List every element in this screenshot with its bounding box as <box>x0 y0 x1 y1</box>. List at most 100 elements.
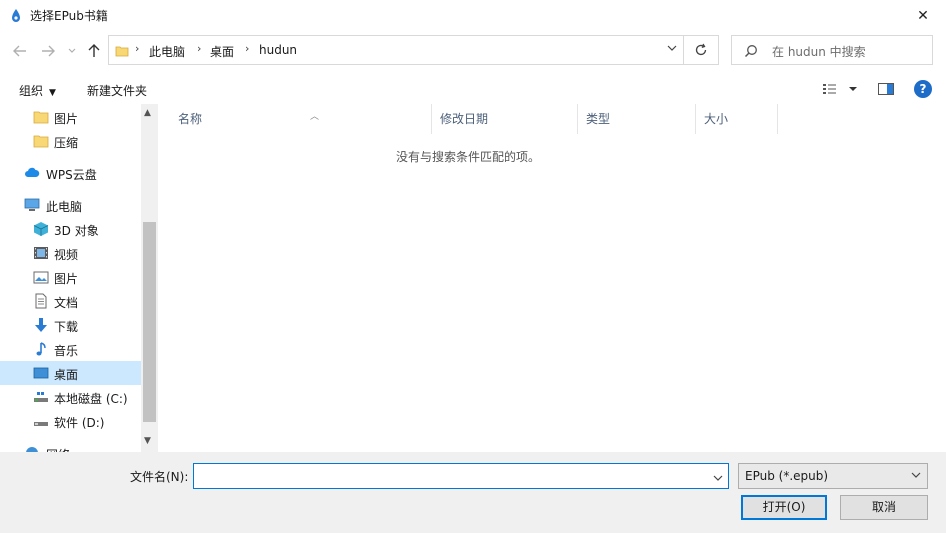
filename-input[interactable] <box>193 463 729 489</box>
up-button[interactable] <box>84 41 104 61</box>
search-icon <box>744 45 757 58</box>
arrow-left-icon <box>13 45 26 57</box>
sidebar-item-music[interactable]: 音乐 <box>0 337 141 361</box>
music-icon <box>36 342 46 356</box>
sidebar-item-label: 压缩 <box>54 136 79 150</box>
sort-ascending-icon: ︿ <box>310 112 320 122</box>
window-title: 选择EPub书籍 <box>30 9 108 23</box>
computer-icon <box>24 198 40 211</box>
preview-pane-button[interactable] <box>878 83 894 98</box>
forward-button[interactable] <box>38 41 58 61</box>
back-button[interactable] <box>10 41 30 61</box>
navigation-scrollbar[interactable]: ▲ ▼ <box>141 104 158 452</box>
cube-icon <box>33 222 49 236</box>
sidebar-item-label: 下载 <box>54 320 79 334</box>
recent-locations-button[interactable] <box>62 41 82 61</box>
breadcrumb-this-pc[interactable]: 此电脑 <box>149 43 185 60</box>
address-row: › 此电脑 › 桌面 › hudun 在 hudun 中搜索 <box>0 31 946 71</box>
cloud-icon <box>25 167 40 177</box>
sidebar-item-pictures[interactable]: 图片 <box>0 265 141 289</box>
sidebar-item-label: 音乐 <box>54 344 79 358</box>
picture-icon <box>33 271 49 284</box>
close-icon: ✕ <box>917 7 929 24</box>
open-button[interactable]: 打开(O) <box>741 495 827 520</box>
bottom-panel: 文件名(N): EPub (*.epub) 打开(O) 取消 <box>0 452 946 533</box>
chevron-down-icon <box>911 472 921 478</box>
sidebar-item-label: 图片 <box>54 112 79 126</box>
sidebar-item-3d-objects[interactable]: 3D 对象 <box>0 217 141 241</box>
sidebar-item-label: 图片 <box>54 272 79 286</box>
breadcrumb-separator: › <box>135 42 140 55</box>
sidebar-item-this-pc[interactable]: 此电脑 <box>0 193 141 217</box>
sidebar-item-desktop[interactable]: 桌面 <box>0 361 141 385</box>
title-bar: 选择EPub书籍 ✕ <box>0 0 946 31</box>
sidebar-item-label: 本地磁盘 (C:) <box>54 392 128 406</box>
organize-label: 组织 <box>19 84 44 98</box>
breadcrumb-desktop[interactable]: 桌面 <box>210 43 234 60</box>
view-list-icon <box>823 84 857 94</box>
column-header-type[interactable]: 类型 <box>578 104 696 134</box>
preview-pane-icon <box>878 83 894 95</box>
column-header-date[interactable]: 修改日期 <box>432 104 578 134</box>
sidebar-item-documents[interactable]: 文档 <box>0 289 141 313</box>
breadcrumb-separator: › <box>197 42 202 55</box>
filename-label: 文件名(N): <box>130 470 189 484</box>
sidebar-item-label: 桌面 <box>54 368 79 382</box>
refresh-button[interactable] <box>684 35 719 65</box>
sidebar-item-label: 文档 <box>54 296 79 310</box>
breadcrumb-hudun[interactable]: hudun <box>259 43 297 57</box>
folder-icon <box>33 111 49 124</box>
chevron-down-icon <box>68 48 76 53</box>
download-icon <box>35 318 47 332</box>
new-folder-button[interactable]: 新建文件夹 <box>87 82 147 99</box>
close-button[interactable]: ✕ <box>900 0 946 31</box>
address-bar[interactable]: › 此电脑 › 桌面 › hudun <box>108 35 684 65</box>
empty-results-message: 没有与搜索条件匹配的项。 <box>395 150 540 164</box>
app-icon <box>12 9 20 22</box>
sidebar-item-downloads[interactable]: 下载 <box>0 313 141 337</box>
sidebar-item-label: 此电脑 <box>46 200 83 214</box>
drive-icon <box>34 392 48 402</box>
sidebar-item-pictures-quick[interactable]: 图片 <box>0 105 141 129</box>
sidebar-item-label: 软件 (D:) <box>54 416 105 430</box>
address-history-icon[interactable] <box>667 44 677 52</box>
file-type-select[interactable]: EPub (*.epub) <box>738 463 928 489</box>
document-icon <box>35 293 47 309</box>
arrow-up-icon <box>88 44 100 57</box>
sidebar-item-videos[interactable]: 视频 <box>0 241 141 265</box>
sidebar-item-label: WPS云盘 <box>46 168 97 182</box>
network-icon <box>26 447 38 452</box>
folder-icon <box>115 46 129 57</box>
help-button[interactable]: ? <box>914 80 932 98</box>
sidebar-item-network[interactable]: 网络 <box>0 441 141 452</box>
view-options-button[interactable] <box>822 83 860 98</box>
file-type-value: EPub (*.epub) <box>745 469 829 483</box>
filename-history-icon[interactable] <box>713 474 723 482</box>
scroll-down-icon[interactable]: ▼ <box>144 436 151 446</box>
arrow-right-icon <box>42 45 55 57</box>
folder-icon <box>33 135 49 148</box>
scrollbar-thumb[interactable] <box>143 222 156 422</box>
column-header-label: 名称 <box>178 112 203 126</box>
command-toolbar: 组织 ▼ 新建文件夹 ? <box>0 74 946 104</box>
sidebar-item-drive-d[interactable]: 软件 (D:) <box>0 409 141 433</box>
sidebar-item-label: 3D 对象 <box>54 224 99 238</box>
column-header-size[interactable]: 大小 <box>696 104 778 134</box>
search-box[interactable]: 在 hudun 中搜索 <box>731 35 933 65</box>
caret-down-icon: ▼ <box>49 88 56 98</box>
scroll-up-icon[interactable]: ▲ <box>144 108 151 118</box>
breadcrumb-separator: › <box>245 42 250 55</box>
sidebar-item-label: 视频 <box>54 248 79 262</box>
sidebar-item-wps-cloud[interactable]: WPS云盘 <box>0 161 141 185</box>
sidebar-item-drive-c[interactable]: 本地磁盘 (C:) <box>0 385 141 409</box>
file-list[interactable]: ︿ 名称 修改日期 类型 大小 没有与搜索条件匹配的项。 <box>158 104 946 452</box>
video-icon <box>34 247 48 259</box>
search-placeholder: 在 hudun 中搜索 <box>772 45 866 59</box>
drive-icon <box>34 422 48 426</box>
sidebar-item-compressed[interactable]: 压缩 <box>0 129 141 153</box>
refresh-icon <box>695 43 707 56</box>
column-header-name[interactable]: ︿ 名称 <box>170 104 432 134</box>
desktop-icon <box>33 367 49 379</box>
organize-button[interactable]: 组织 ▼ <box>19 82 56 99</box>
cancel-button[interactable]: 取消 <box>840 495 928 520</box>
